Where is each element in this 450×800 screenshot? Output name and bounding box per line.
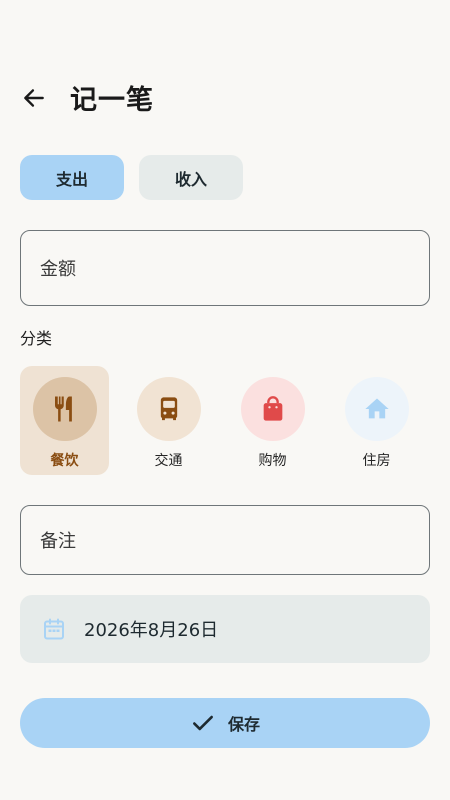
amount-placeholder: 金额 (40, 259, 76, 280)
category-dining[interactable]: 餐饮 (20, 366, 109, 475)
check-icon (190, 710, 216, 736)
category-list: 餐饮 交通 购物 住房 (20, 366, 430, 476)
bus-icon (160, 397, 177, 421)
category-transport[interactable]: 交通 (124, 366, 213, 475)
note-field[interactable]: 备注 (20, 505, 430, 575)
category-icon-circle (344, 377, 409, 441)
save-label: 保存 (227, 715, 260, 734)
save-button[interactable]: 保存 (20, 698, 430, 748)
category-section-label: 分类 (20, 329, 53, 348)
app-header: 记一笔 (0, 70, 450, 122)
house-icon (364, 398, 389, 419)
category-icon-circle (32, 377, 97, 441)
fork-knife-icon (54, 396, 72, 422)
category-icon-circle (240, 377, 305, 441)
income-tab[interactable]: 收入 (139, 155, 243, 200)
category-label: 餐饮 (50, 453, 79, 469)
category-icon-circle (136, 377, 201, 441)
date-picker[interactable]: 2026年8月26日 (20, 595, 430, 663)
shopping-bag-icon (263, 396, 282, 421)
category-label: 住房 (362, 453, 391, 469)
category-label: 购物 (258, 453, 287, 469)
calendar-icon (42, 617, 66, 641)
expense-tab[interactable]: 支出 (20, 155, 124, 200)
back-button[interactable] (16, 80, 52, 116)
date-value: 2026年8月26日 (84, 620, 219, 641)
page-title: 记一笔 (70, 85, 154, 116)
type-toggle: 支出 收入 (20, 155, 243, 200)
category-housing[interactable]: 住房 (332, 366, 421, 475)
amount-field[interactable]: 金额 (20, 230, 430, 306)
category-label: 交通 (154, 453, 183, 469)
note-placeholder: 备注 (40, 531, 76, 552)
arrow-left-icon (24, 89, 44, 107)
category-shopping[interactable]: 购物 (228, 366, 317, 475)
